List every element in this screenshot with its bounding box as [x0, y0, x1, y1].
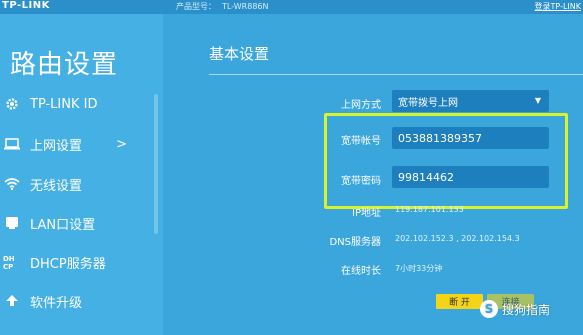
ip-label: IP地址: [352, 208, 381, 219]
main-panel: 基本设置 上网方式 宽带拨号上网 ▼ 宽带帐号 053881389357 宽带密…: [163, 14, 583, 335]
chevron-right-icon: >: [116, 136, 127, 152]
model-value: TL-WR886N: [222, 2, 269, 11]
sidebar-item-label: 无线设置: [30, 178, 83, 194]
sidebar-item-dhcp[interactable]: DH CP DHCP服务器: [0, 248, 155, 276]
sidebar: 路由设置 TP-LINK ID 上网设置 > 无线设置 LAN口设置 DH CP …: [0, 14, 163, 335]
sidebar-item-label: TP-LINK ID: [30, 96, 98, 112]
svg-text:DH: DH: [3, 255, 15, 263]
sidebar-title: 路由设置: [10, 50, 119, 80]
sidebar-item-lan[interactable]: LAN口设置: [0, 209, 155, 237]
gear-icon: [2, 94, 22, 114]
password-value: 99814462: [398, 170, 454, 184]
dns-value: 202.102.152.3 , 202.102.154.3: [395, 234, 520, 243]
account-input[interactable]: 053881389357: [392, 127, 549, 149]
top-bar: TP-LINK 产品型号： TL-WR886N 登录TP-LINK: [0, 0, 583, 14]
disconnect-button[interactable]: 断 开: [436, 294, 483, 309]
page-title: 基本设置: [209, 45, 270, 63]
online-time-label: 在线时长: [341, 266, 381, 277]
ip-value: 119.187.101.133: [395, 205, 464, 214]
brand-logo: TP-LINK: [2, 0, 50, 11]
wifi-icon: [2, 174, 22, 194]
sidebar-item-tplink-id[interactable]: TP-LINK ID: [0, 90, 155, 118]
connection-type-select[interactable]: 宽带拨号上网 ▼: [392, 90, 549, 112]
model-info: 产品型号： TL-WR886N: [176, 1, 269, 12]
sidebar-item-internet[interactable]: 上网设置 >: [0, 130, 155, 158]
connection-type-label: 上网方式: [341, 100, 381, 111]
password-label: 宽带密码: [341, 176, 381, 187]
dhcp-icon: DH CP: [2, 252, 22, 272]
laptop-icon: [2, 134, 22, 154]
login-link[interactable]: 登录TP-LINK: [535, 1, 581, 12]
sidebar-item-upgrade[interactable]: 软件升级: [0, 287, 155, 315]
sidebar-item-label: 软件升级: [30, 295, 83, 311]
sidebar-item-wireless[interactable]: 无线设置: [0, 170, 155, 198]
model-label: 产品型号：: [176, 2, 216, 11]
dns-label: DNS服务器: [329, 237, 381, 248]
sidebar-item-label: LAN口设置: [30, 217, 96, 233]
chevron-down-icon: ▼: [534, 96, 541, 105]
account-label: 宽带帐号: [341, 136, 381, 147]
network-icon: [2, 213, 22, 233]
watermark: S 搜狗指南: [480, 300, 550, 318]
upload-icon: [2, 291, 22, 311]
sidebar-item-label: DHCP服务器: [30, 256, 106, 272]
sogou-logo-icon: S: [480, 300, 498, 318]
online-time-value: 7小时33分钟: [395, 264, 443, 273]
title-divider: [209, 74, 583, 75]
connection-type-value: 宽带拨号上网: [398, 97, 458, 109]
sidebar-item-label: 上网设置: [30, 138, 83, 154]
password-input[interactable]: 99814462: [392, 166, 549, 188]
watermark-text: 搜狗指南: [502, 302, 551, 317]
svg-text:CP: CP: [3, 263, 13, 271]
account-value: 053881389357: [398, 131, 482, 145]
